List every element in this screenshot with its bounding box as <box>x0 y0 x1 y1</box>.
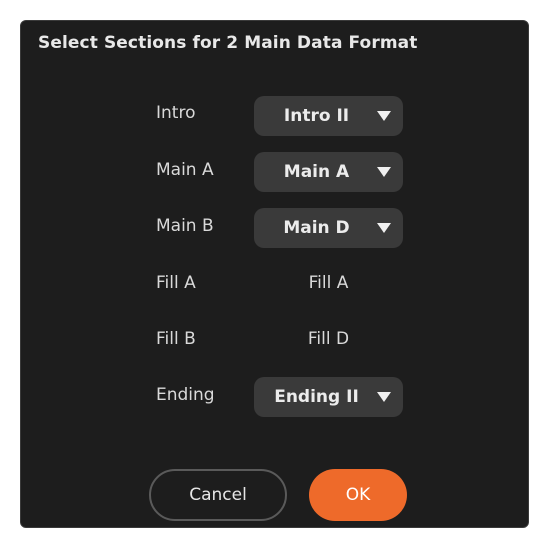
fill-a-value: Fill A <box>308 273 349 293</box>
row-label-fill-a: Fill A <box>156 273 196 293</box>
triangle-down-icon <box>377 392 391 402</box>
row-label-main-a: Main A <box>156 160 214 180</box>
ending-dropdown[interactable]: Ending II <box>254 377 403 417</box>
triangle-down-icon <box>377 223 391 233</box>
select-sections-dialog: Select Sections for 2 Main Data Format I… <box>20 20 529 528</box>
main-b-dropdown[interactable]: Main D <box>254 208 403 248</box>
row-label-ending: Ending <box>156 385 215 405</box>
intro-dropdown[interactable]: Intro II <box>254 96 403 136</box>
row-label-main-b: Main B <box>156 216 214 236</box>
cancel-button[interactable]: Cancel <box>149 469 287 521</box>
fill-b-value: Fill D <box>307 329 350 349</box>
main-a-dropdown-value: Main A <box>283 162 350 182</box>
row-label-fill-b: Fill B <box>156 329 196 349</box>
triangle-down-icon <box>377 111 391 121</box>
intro-dropdown-value: Intro II <box>283 106 350 126</box>
main-a-dropdown[interactable]: Main A <box>254 152 403 192</box>
dialog-title: Select Sections for 2 Main Data Format <box>38 33 418 53</box>
row-label-intro: Intro <box>156 103 196 123</box>
triangle-down-icon <box>377 167 391 177</box>
ok-button[interactable]: OK <box>309 469 407 521</box>
ending-dropdown-value: Ending II <box>274 387 359 407</box>
main-b-dropdown-value: Main D <box>283 218 350 238</box>
